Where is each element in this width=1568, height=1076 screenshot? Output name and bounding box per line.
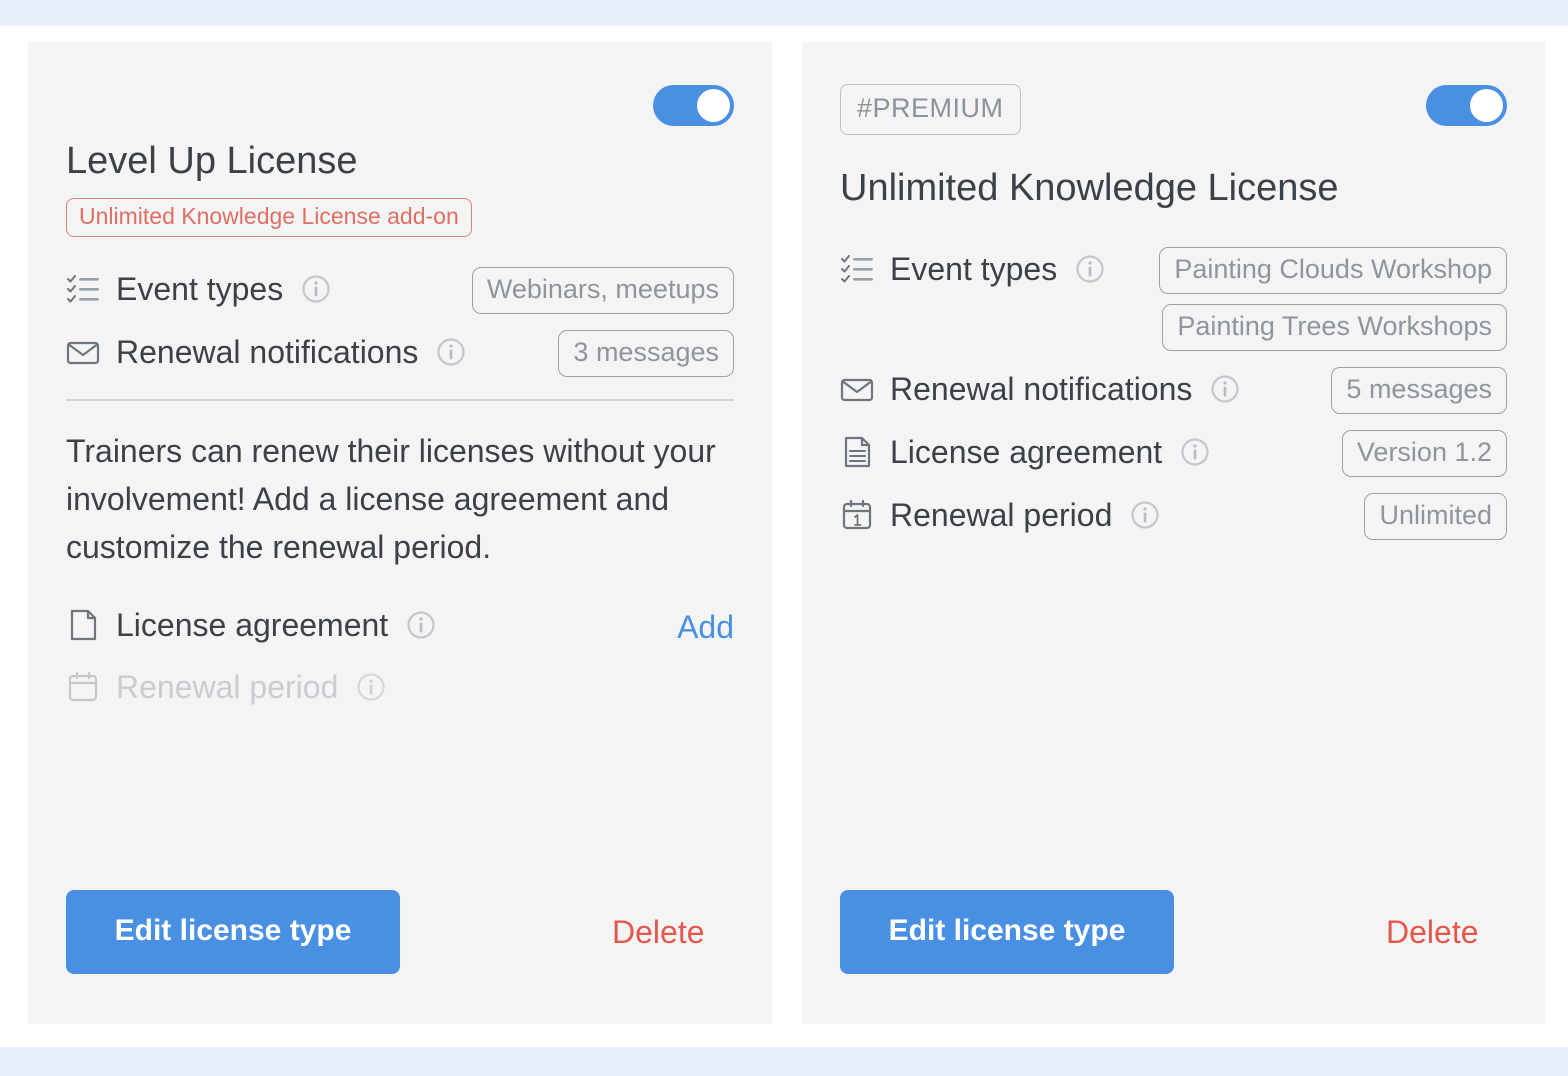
- feature-row-value: Version 1.2: [1341, 429, 1507, 477]
- info-icon[interactable]: [432, 337, 466, 367]
- license-card-list: Level Up License Unlimited Knowledge Lic…: [28, 42, 1545, 1024]
- feature-label: Event types: [116, 270, 284, 307]
- info-icon[interactable]: [1071, 254, 1105, 284]
- addon-badge: Unlimited Knowledge License add-on: [66, 197, 472, 237]
- value-pill[interactable]: Version 1.2: [1341, 429, 1507, 477]
- top-band: [0, 0, 1568, 26]
- feature-row-renewal-notifications: Renewal notifications 5 messages: [840, 359, 1507, 422]
- info-icon[interactable]: [297, 274, 331, 304]
- page-title: Level Up License: [66, 140, 358, 182]
- feature-row-label: Event types: [66, 267, 472, 308]
- feature-row-event-types: Event types Painting Clouds Workshop Pai…: [840, 239, 1507, 359]
- feature-row-label: License agreement: [66, 603, 677, 644]
- value-pill[interactable]: Painting Clouds Workshop: [1159, 246, 1507, 294]
- info-icon[interactable]: [1176, 437, 1210, 467]
- info-icon[interactable]: [1126, 500, 1160, 530]
- document-blank-icon: [66, 608, 102, 642]
- license-enabled-toggle[interactable]: [1426, 85, 1507, 126]
- feature-rows: Event types Painting Clouds Workshop Pai…: [840, 239, 1507, 548]
- feature-row-label: Renewal notifications: [66, 330, 558, 371]
- feature-row-license-agreement: License agreement Add: [66, 595, 734, 657]
- toggle-knob: [1470, 89, 1503, 122]
- page-title: Unlimited Knowledge License: [840, 167, 1339, 209]
- feature-label: License agreement: [890, 433, 1163, 470]
- premium-badge: #PREMIUM: [840, 84, 1021, 135]
- page-root: Level Up License Unlimited Knowledge Lic…: [0, 0, 1568, 1076]
- value-pill[interactable]: Unlimited: [1364, 492, 1507, 540]
- value-pill[interactable]: 3 messages: [558, 329, 734, 377]
- feature-row-label: License agreement: [840, 430, 1342, 471]
- card-description: Trainers can renew their licenses withou…: [66, 432, 716, 565]
- feature-row-value: Add: [677, 603, 734, 643]
- card-footer: Edit license type Delete: [840, 890, 1507, 974]
- feature-row-renewal-notifications: Renewal notifications 3 messages: [66, 322, 734, 385]
- value-pill[interactable]: 5 messages: [1331, 366, 1507, 414]
- feature-row-value: Unlimited: [1364, 492, 1507, 540]
- feature-rows-secondary: License agreement Add Renewal period: [66, 595, 734, 719]
- feature-row-label: Renewal period: [66, 665, 734, 706]
- feature-label: Renewal period: [890, 496, 1113, 533]
- feature-row-value: 5 messages: [1331, 366, 1507, 414]
- feature-label: Renewal period: [116, 668, 339, 705]
- feature-row-value: 3 messages: [558, 329, 734, 377]
- feature-row-value: Painting Clouds Workshop Painting Trees …: [1159, 246, 1507, 351]
- delete-button[interactable]: Delete: [612, 916, 705, 948]
- feature-row-label: Renewal notifications: [840, 367, 1331, 408]
- checklist-icon: [66, 272, 102, 306]
- feature-row-renewal-period: Renewal period Unlimited: [840, 485, 1507, 548]
- calendar-icon: [840, 498, 876, 532]
- feature-label: Renewal notifications: [116, 333, 419, 370]
- feature-label: Renewal notifications: [890, 370, 1193, 407]
- toggle-knob: [697, 89, 730, 122]
- delete-button[interactable]: Delete: [1386, 916, 1479, 948]
- feature-row-label: Event types: [840, 247, 1159, 288]
- value-pill[interactable]: Webinars, meetups: [471, 266, 734, 314]
- bottom-band: [0, 1047, 1568, 1076]
- feature-label: License agreement: [116, 606, 389, 643]
- envelope-icon: [840, 372, 876, 406]
- feature-row-event-types: Event types Webinars, meetups: [66, 259, 734, 322]
- license-card-unlimited-knowledge: #PREMIUM Unlimited Knowledge License Eve…: [802, 42, 1545, 1024]
- license-card-level-up: Level Up License Unlimited Knowledge Lic…: [28, 42, 772, 1024]
- feature-row-label: Renewal period: [840, 493, 1364, 534]
- license-enabled-toggle[interactable]: [653, 85, 734, 126]
- edit-license-type-button[interactable]: Edit license type: [840, 890, 1174, 974]
- edit-license-type-button[interactable]: Edit license type: [66, 890, 400, 974]
- feature-rows: Event types Webinars, meetups Renewal no…: [66, 259, 734, 385]
- info-icon[interactable]: [1206, 374, 1240, 404]
- section-divider: [66, 398, 734, 401]
- add-license-agreement-link[interactable]: Add: [677, 603, 734, 643]
- card-footer: Edit license type Delete: [66, 890, 734, 974]
- value-pill[interactable]: Painting Trees Workshops: [1162, 303, 1507, 351]
- calendar-icon: [66, 670, 102, 704]
- feature-row-renewal-period: Renewal period: [66, 657, 734, 719]
- envelope-icon: [66, 335, 102, 369]
- info-icon[interactable]: [402, 610, 436, 640]
- document-lines-icon: [840, 435, 876, 469]
- feature-label: Event types: [890, 250, 1058, 287]
- feature-row-value: Webinars, meetups: [471, 266, 734, 314]
- feature-row-license-agreement: License agreement Version 1.2: [840, 422, 1507, 485]
- info-icon[interactable]: [352, 672, 386, 702]
- checklist-icon: [840, 252, 876, 286]
